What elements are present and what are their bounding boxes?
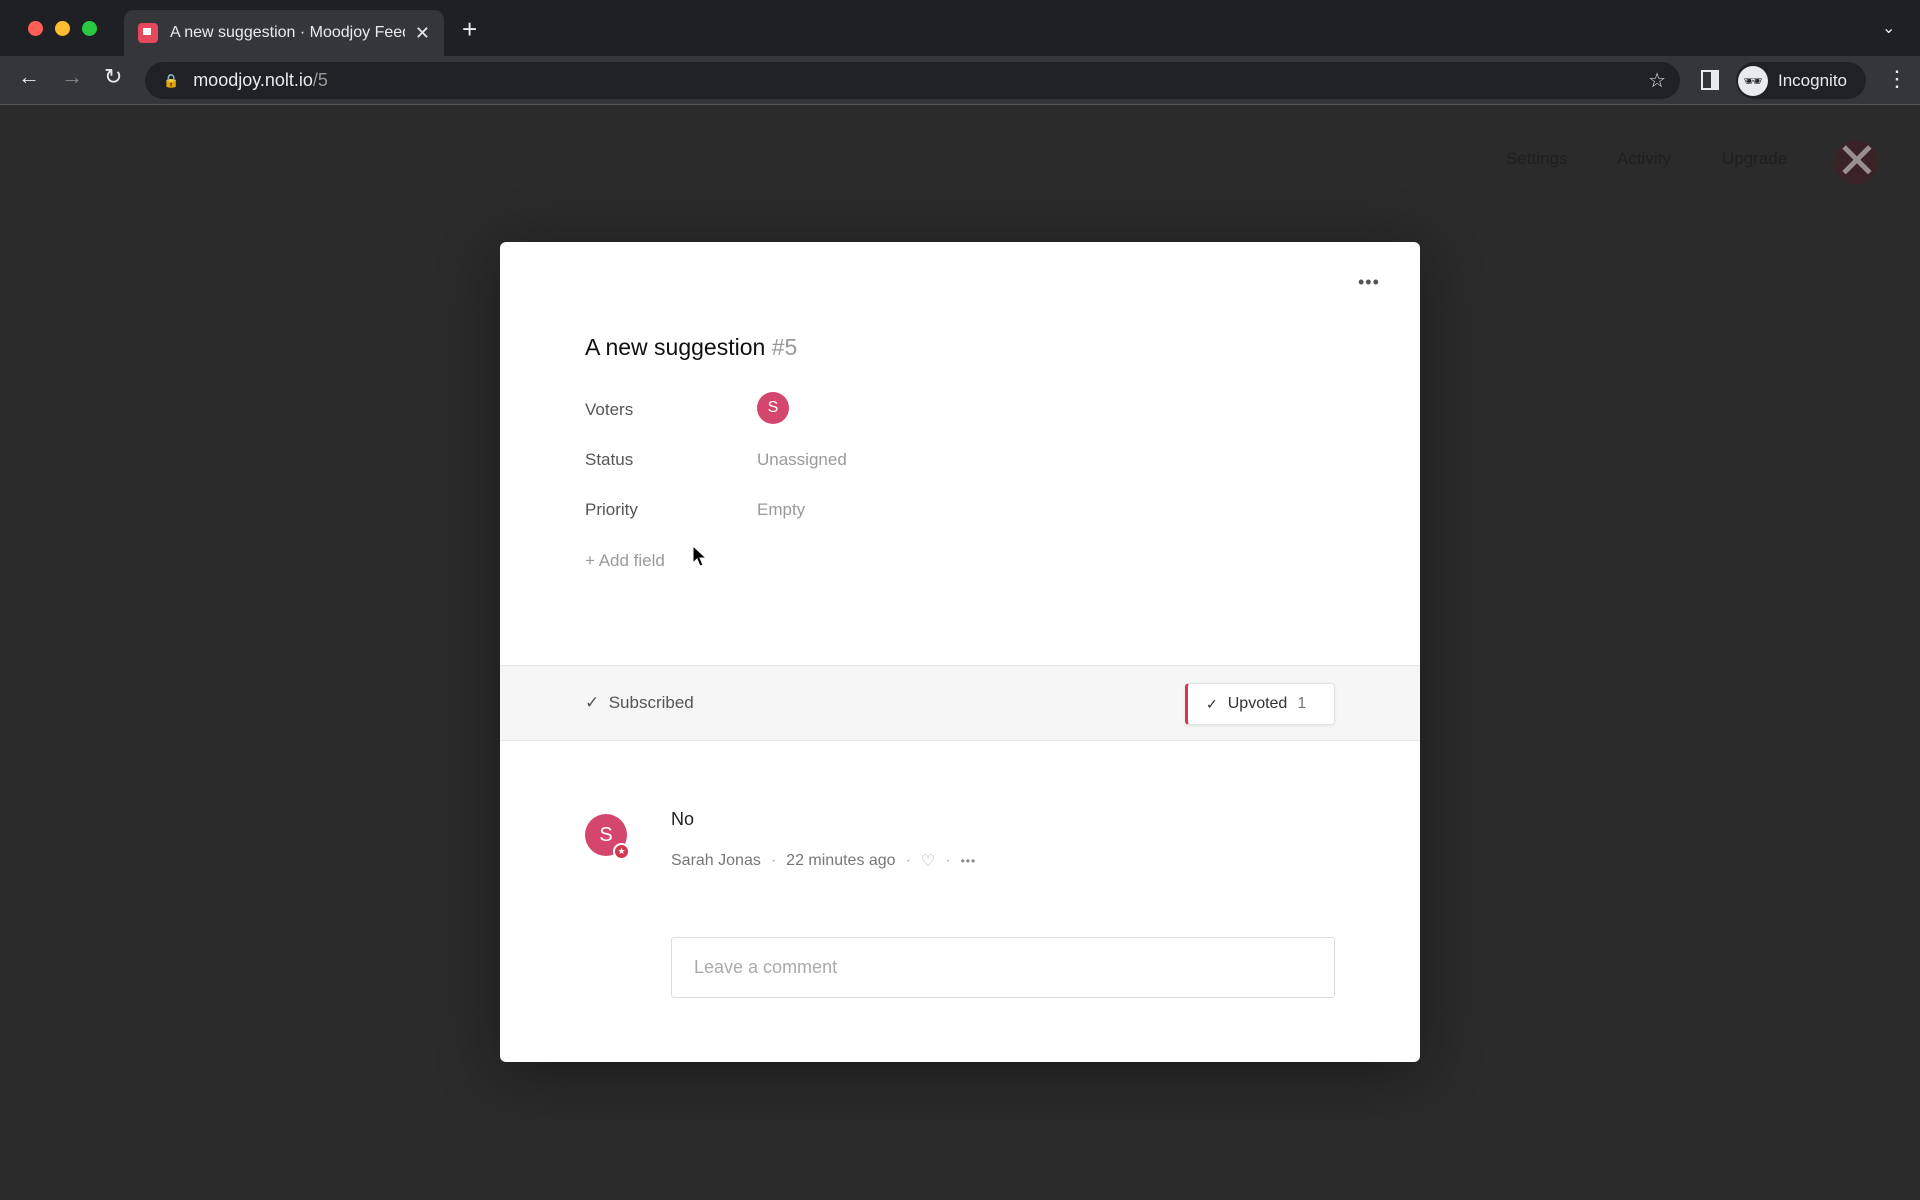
browser-menu-icon[interactable]: ⋮: [1886, 66, 1908, 92]
favicon-icon: [138, 23, 158, 43]
upvote-button[interactable]: ✓ Upvoted 1: [1185, 683, 1335, 725]
browser-tab-bar: A new suggestion · Moodjoy Feedback ✕ + …: [0, 0, 1920, 56]
like-heart-icon[interactable]: ♡: [921, 851, 935, 871]
browser-tab[interactable]: A new suggestion · Moodjoy Feedback ✕: [124, 10, 444, 56]
address-bar[interactable]: 🔒 moodjoy.nolt.io/5 ☆: [145, 62, 1680, 99]
post-more-options-icon[interactable]: •••: [1358, 272, 1380, 293]
url-path: /5: [312, 70, 328, 90]
minimize-window-button[interactable]: [55, 21, 70, 36]
subscription-bar: ✓ Subscribed ✓ Upvoted 1: [500, 665, 1420, 741]
tab-title: A new suggestion · Moodjoy Feedback: [170, 24, 405, 41]
voter-avatar[interactable]: S: [757, 392, 789, 424]
back-icon[interactable]: ←: [18, 64, 40, 90]
forward-icon[interactable]: →: [61, 64, 83, 90]
incognito-profile-button[interactable]: 🕶 Incognito: [1736, 62, 1866, 99]
close-tab-icon[interactable]: ✕: [415, 23, 430, 44]
close-modal-icon[interactable]: ✕: [1836, 136, 1878, 186]
reload-icon[interactable]: ↻: [104, 64, 122, 90]
new-tab-button[interactable]: +: [462, 14, 477, 45]
nav-activity[interactable]: Activity: [1617, 149, 1671, 169]
comment-input[interactable]: [671, 937, 1335, 998]
incognito-icon: 🕶: [1738, 65, 1768, 96]
profile-label: Incognito: [1778, 70, 1847, 90]
url-host: moodjoy.nolt.io: [193, 70, 313, 90]
comment-meta: Sarah Jonas · 22 minutes ago · ♡ · •••: [671, 851, 977, 871]
priority-value[interactable]: Empty: [757, 500, 805, 520]
comment-time[interactable]: 22 minutes ago: [786, 852, 895, 870]
add-field-button[interactable]: + Add field: [585, 551, 665, 571]
lock-icon: 🔒: [163, 72, 180, 88]
voters-label: Voters: [585, 400, 634, 419]
admin-star-badge-icon: ★: [613, 843, 630, 860]
upvote-count: 1: [1297, 695, 1307, 712]
post-title: A new suggestion #5: [585, 334, 797, 361]
comment-text: No: [671, 809, 695, 829]
priority-label: Priority: [585, 500, 638, 519]
mouse-cursor-icon: [692, 545, 708, 567]
tab-search-chevron-down-icon[interactable]: ⌄: [1882, 18, 1895, 38]
bookmark-star-icon[interactable]: ☆: [1648, 68, 1666, 93]
check-icon: ✓: [585, 693, 600, 712]
close-window-button[interactable]: [28, 21, 43, 36]
upvote-label: Upvoted: [1227, 695, 1288, 712]
post-number: #5: [771, 334, 798, 360]
nav-upgrade[interactable]: Upgrade: [1722, 149, 1787, 169]
maximize-window-button[interactable]: [82, 21, 97, 36]
subscribed-toggle[interactable]: ✓ Subscribed: [585, 693, 694, 713]
side-panel-icon[interactable]: [1701, 70, 1719, 90]
status-value[interactable]: Unassigned: [757, 450, 847, 470]
nav-settings[interactable]: Settings: [1506, 149, 1567, 169]
status-label: Status: [585, 450, 634, 469]
post-title-text: A new suggestion: [585, 334, 766, 360]
browser-toolbar: ← → ↻ 🔒 moodjoy.nolt.io/5 ☆ 🕶 Incognito …: [0, 56, 1920, 105]
comment-more-options-icon[interactable]: •••: [961, 854, 977, 868]
comment-author[interactable]: Sarah Jonas: [671, 852, 761, 870]
check-icon: ✓: [1206, 695, 1218, 712]
suggestion-modal: ••• A new suggestion #5 Voters S Status …: [500, 242, 1420, 1062]
subscribed-label: Subscribed: [608, 693, 694, 712]
